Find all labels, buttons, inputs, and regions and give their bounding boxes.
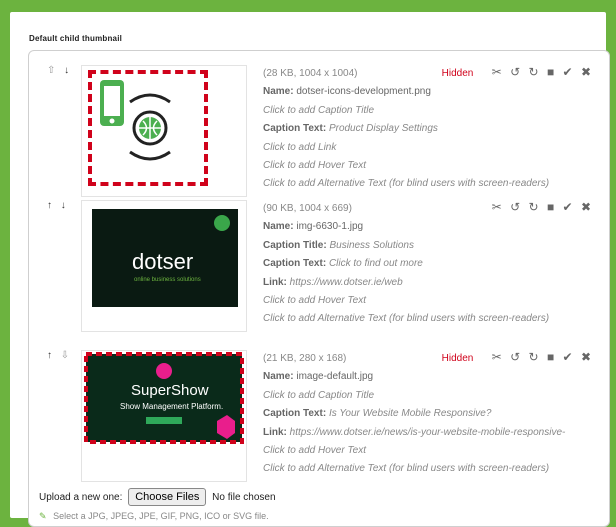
settings-panel: Default child thumbnail ⇧ ↓ (28 KB, 1004…	[10, 12, 610, 527]
crop-icon[interactable]: ✂	[492, 350, 502, 364]
thumbnail-meta: (90 KB, 1004 x 669) Name: img-6630-1.jpg…	[263, 200, 549, 329]
thumbnail-meta: (28 KB, 1004 x 1004) Name: dotser-icons-…	[263, 65, 549, 194]
choose-files-button[interactable]: Choose Files	[128, 488, 207, 506]
crop-icon[interactable]: ✂	[492, 65, 502, 79]
dotser-logo-image: dotser online business solutions	[92, 209, 238, 307]
supershow-promo-image: SuperShow Show Management Platform.	[84, 352, 244, 444]
move-up-icon[interactable]: ↑	[47, 200, 52, 211]
hidden-badge[interactable]: Hidden	[442, 68, 474, 79]
section-title: Default child thumbnail	[29, 34, 123, 43]
link-field[interactable]: Link: https://www.dotser.ie/web	[263, 274, 549, 292]
caption-text-field[interactable]: Caption Text: Click to find out more	[263, 255, 549, 273]
caption-text-field[interactable]: Caption Text: Is Your Website Mobile Res…	[263, 405, 565, 423]
thumbnail-list: ⇧ ↓ (28 KB, 1004 x 1004) Name: dotser-ic…	[28, 50, 610, 527]
hover-text-field[interactable]: Click to add Hover Text	[263, 292, 549, 310]
delete-icon[interactable]: ✖	[581, 350, 591, 364]
move-up-icon[interactable]: ↑	[47, 350, 52, 361]
copy-icon[interactable]: ■	[547, 350, 554, 364]
copy-icon[interactable]: ■	[547, 200, 554, 214]
reorder-arrows: ↑ ↓	[47, 200, 72, 211]
delete-icon[interactable]: ✖	[581, 65, 591, 79]
link-field[interactable]: Click to add Link	[263, 139, 549, 157]
check-icon[interactable]: ✔	[563, 65, 573, 79]
reorder-arrows: ↑ ⇩	[47, 350, 75, 361]
upload-hint: ✎ Select a JPG, JPEG, JPE, GIF, PNG, ICO…	[39, 511, 269, 521]
move-down-icon[interactable]: ⇩	[61, 350, 69, 361]
reorder-arrows: ⇧ ↓	[47, 65, 75, 76]
rotate-right-icon[interactable]: ↻	[529, 350, 539, 364]
thumbnail-item: ⇧ ↓ (28 KB, 1004 x 1004) Name: dotser-ic…	[29, 51, 609, 197]
rotate-left-icon[interactable]: ↺	[510, 65, 520, 79]
move-down-icon[interactable]: ↓	[61, 200, 66, 211]
file-status: No file chosen	[212, 492, 276, 503]
thumbnail-meta: (21 KB, 280 x 168) Name: image-default.j…	[263, 350, 565, 479]
dotser-tagline: online business solutions	[134, 277, 201, 283]
thumbnail-image[interactable]	[81, 65, 247, 197]
alt-text-field[interactable]: Click to add Alternative Text (for blind…	[263, 460, 565, 478]
thumbnail-image[interactable]: SuperShow Show Management Platform.	[81, 350, 247, 482]
alt-text-field[interactable]: Click to add Alternative Text (for blind…	[263, 175, 549, 193]
thumbnail-item: ↑ ⇩ SuperShow Show Management Platform. …	[29, 336, 609, 482]
link-field[interactable]: Link: https://www.dotser.ie/news/is-your…	[263, 424, 565, 442]
edit-icon: ✎	[39, 511, 47, 521]
crop-icon[interactable]: ✂	[492, 200, 502, 214]
top-green-strip	[0, 0, 616, 10]
thumbnail-actions: Hidden ✂ ↺ ↻ ■ ✔ ✖	[442, 350, 591, 364]
mobile-sync-icon	[100, 80, 171, 161]
thumbnail-actions: ✂ ↺ ↻ ■ ✔ ✖	[487, 200, 591, 214]
caption-title-field[interactable]: Caption Title: Business Solutions	[263, 237, 549, 255]
alt-text-field[interactable]: Click to add Alternative Text (for blind…	[263, 310, 549, 328]
hover-text-field[interactable]: Click to add Hover Text	[263, 442, 565, 460]
thumbnail-image[interactable]: dotser online business solutions	[81, 200, 247, 332]
hidden-badge[interactable]: Hidden	[442, 353, 474, 364]
caption-title-field[interactable]: Click to add Caption Title	[263, 102, 549, 120]
dotser-brand: dotser	[132, 249, 193, 274]
rotate-left-icon[interactable]: ↺	[510, 350, 520, 364]
caption-title-field[interactable]: Click to add Caption Title	[263, 387, 565, 405]
caption-text-field[interactable]: Caption Text: Product Display Settings	[263, 120, 549, 138]
rotate-right-icon[interactable]: ↻	[529, 65, 539, 79]
upload-row: Upload a new one: Choose Files No file c…	[39, 488, 276, 506]
thumbnail-actions: Hidden ✂ ↺ ↻ ■ ✔ ✖	[442, 65, 591, 79]
rotate-left-icon[interactable]: ↺	[510, 200, 520, 214]
supershow-brand: SuperShow	[131, 382, 209, 399]
delete-icon[interactable]: ✖	[581, 200, 591, 214]
check-icon[interactable]: ✔	[563, 350, 573, 364]
copy-icon[interactable]: ■	[547, 65, 554, 79]
check-icon[interactable]: ✔	[563, 200, 573, 214]
move-down-icon[interactable]: ↓	[64, 65, 69, 76]
supershow-tagline: Show Management Platform.	[120, 402, 223, 411]
thumbnail-item: ↑ ↓ dotser online business solutions (90…	[29, 196, 609, 336]
hover-text-field[interactable]: Click to add Hover Text	[263, 157, 549, 175]
rotate-right-icon[interactable]: ↻	[529, 200, 539, 214]
move-up-icon[interactable]: ⇧	[47, 65, 55, 76]
